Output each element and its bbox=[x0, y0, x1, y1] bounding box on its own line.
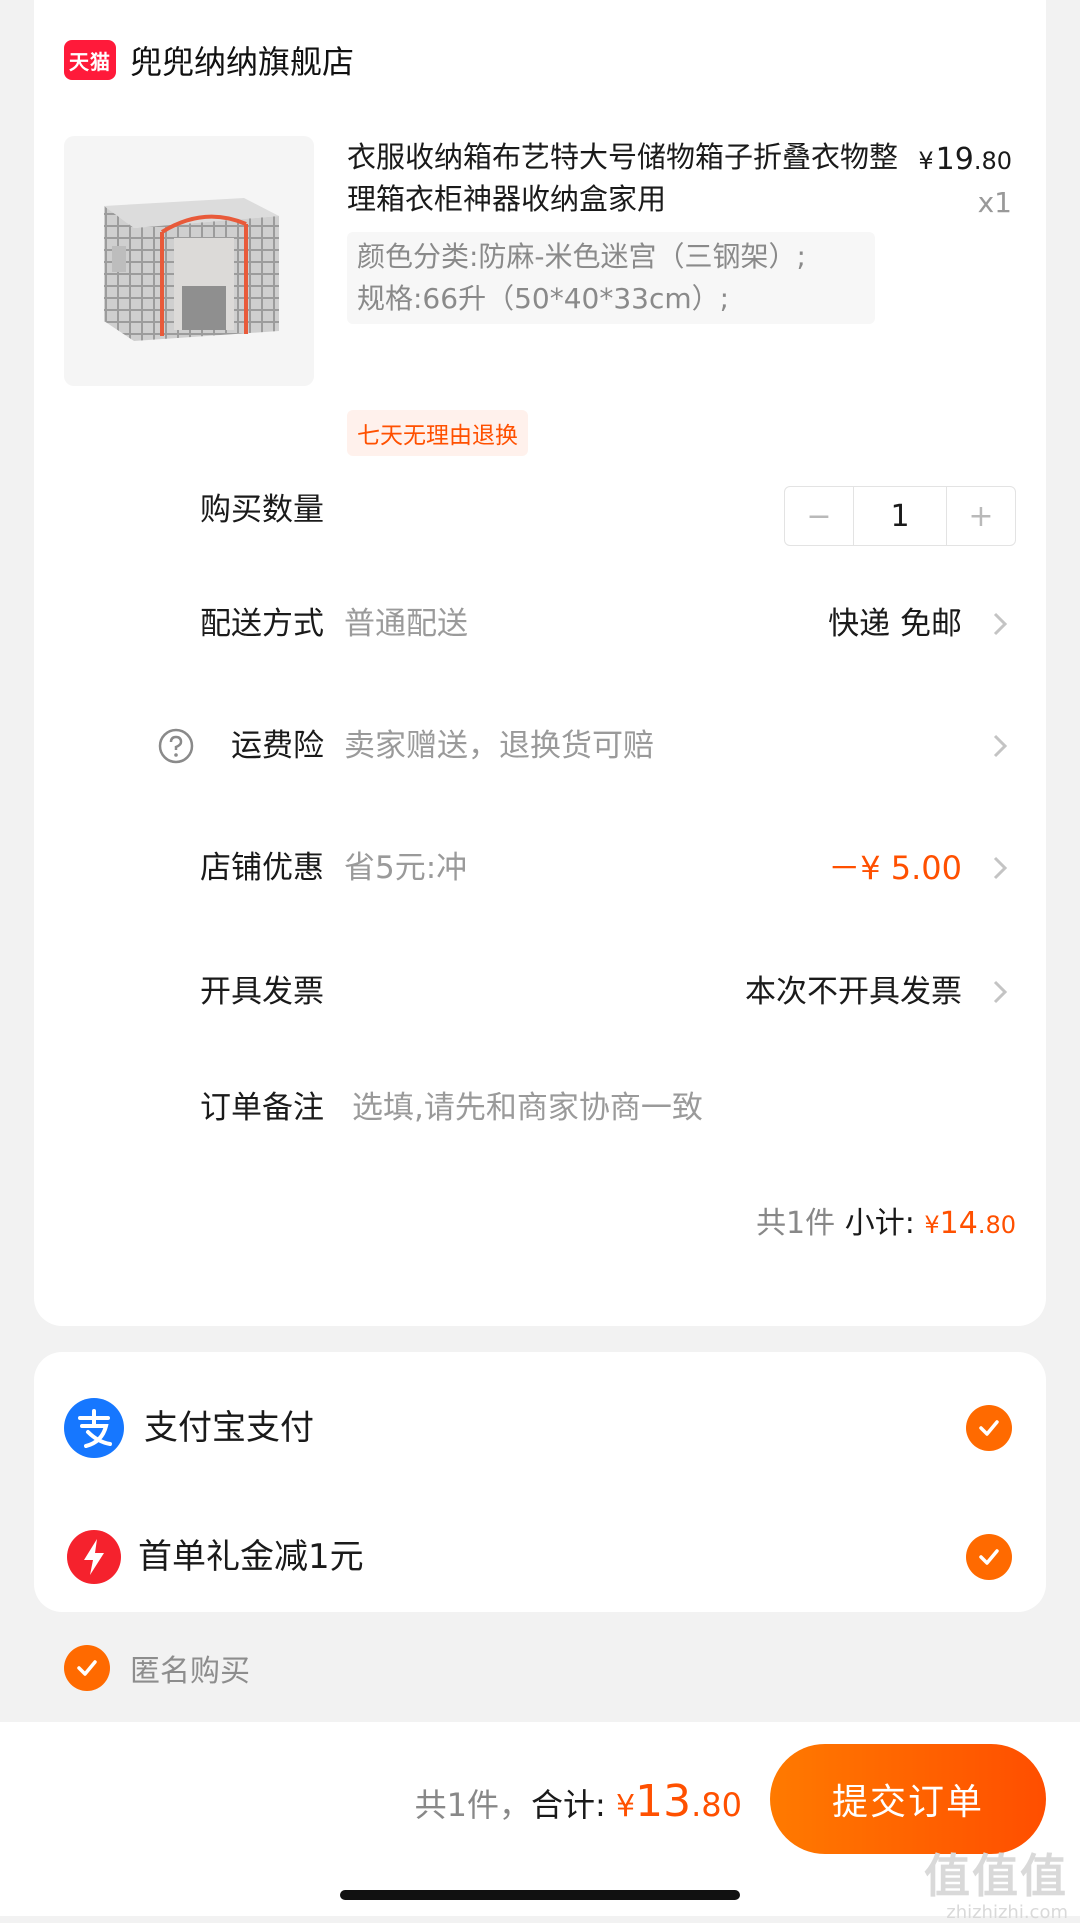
shop-header[interactable]: 天猫 兜兜纳纳旗舰店 bbox=[64, 32, 354, 88]
total-currency: ¥ bbox=[616, 1789, 636, 1824]
first-order-coupon-label: 首单礼金减1元 bbox=[138, 1537, 364, 1577]
subtotal-decimal: .80 bbox=[977, 1211, 1016, 1239]
order-note-row: 订单备注 选填,请先和商家协商一致 bbox=[34, 1068, 1046, 1148]
product-image[interactable] bbox=[64, 136, 314, 386]
quantity-label: 购买数量 bbox=[200, 492, 324, 528]
product-quantity: x1 bbox=[977, 186, 1012, 219]
delivery-method: 普通配送 bbox=[344, 606, 468, 642]
delivery-row[interactable]: 配送方式 普通配送 快递 免邮 bbox=[34, 584, 1046, 664]
checkmark-icon bbox=[979, 1549, 999, 1565]
price-currency: ¥ bbox=[918, 147, 934, 175]
subtotal-label: 小计: bbox=[844, 1206, 915, 1241]
alipay-option[interactable]: 支付宝支付 bbox=[34, 1383, 1046, 1473]
invoice-value: 本次不开具发票 bbox=[745, 974, 962, 1010]
lightning-icon bbox=[67, 1530, 121, 1584]
watermark-logo: 值值值 bbox=[924, 1849, 1068, 1903]
total-label: 合计: bbox=[531, 1786, 606, 1824]
home-indicator[interactable] bbox=[340, 1890, 740, 1900]
price-decimal: .80 bbox=[973, 147, 1012, 175]
quantity-value[interactable]: 1 bbox=[853, 487, 947, 545]
storage-box-image bbox=[104, 198, 279, 341]
shipping-insurance-row[interactable]: 运费险 卖家赠送，退换货可赔 bbox=[34, 706, 1046, 786]
chevron-right-icon bbox=[993, 856, 1008, 880]
subtotal-integer: 14 bbox=[939, 1206, 978, 1241]
shop-name: 兜兜纳纳旗舰店 bbox=[130, 43, 355, 81]
shipping-insurance-label: 运费险 bbox=[231, 728, 324, 764]
total-integer: 13 bbox=[635, 1776, 692, 1827]
checkmark-icon bbox=[979, 1420, 999, 1436]
delivery-option: 快递 免邮 bbox=[828, 606, 962, 642]
shop-discount-amount: －¥ 5.00 bbox=[828, 849, 962, 887]
product-title[interactable]: 衣服收纳箱布艺特大号储物箱子折叠衣物整理箱衣柜神器收纳盒家用 bbox=[347, 136, 907, 220]
checkout-bar: 共1件，合计: ¥13.80 提交订单 值值值 zhizhizhi.com bbox=[0, 1722, 1080, 1923]
checkmark-icon bbox=[77, 1660, 97, 1676]
shop-discount-label: 店铺优惠 bbox=[200, 850, 324, 886]
first-order-coupon-option[interactable]: 首单礼金减1元 bbox=[34, 1512, 1046, 1602]
subtotal-amount: ¥14.80 bbox=[924, 1206, 1016, 1241]
total-decimal: .80 bbox=[691, 1786, 742, 1824]
alipay-checked-icon[interactable] bbox=[966, 1405, 1012, 1451]
watermark-url: zhizhizhi.com bbox=[946, 1902, 1068, 1923]
sku-color: 颜色分类:防麻-米色迷宫（三钢架）; bbox=[357, 240, 806, 273]
order-card: 天猫 兜兜纳纳旗舰店 衣服收纳箱布艺特大号储物箱子折叠衣物整理箱衣柜神器收纳盒家… bbox=[34, 0, 1046, 1326]
subtotal-currency: ¥ bbox=[924, 1211, 940, 1239]
chevron-right-icon bbox=[993, 612, 1008, 636]
subtotal-count: 共1件 bbox=[756, 1206, 836, 1241]
product-price: ¥19.80 bbox=[918, 142, 1012, 177]
shipping-insurance-value: 卖家赠送，退换货可赔 bbox=[344, 728, 654, 764]
help-icon[interactable] bbox=[158, 728, 194, 764]
chevron-right-icon bbox=[993, 734, 1008, 758]
total-count: 共1件， bbox=[414, 1786, 532, 1824]
quantity-plus-button[interactable]: + bbox=[947, 487, 1015, 545]
quantity-stepper: − 1 + bbox=[784, 486, 1016, 546]
subtotal: 共1件 小计: ¥14.80 bbox=[756, 1198, 1016, 1242]
submit-order-button[interactable]: 提交订单 bbox=[770, 1744, 1046, 1854]
shop-discount-value: 省5元:冲 bbox=[344, 850, 468, 886]
tmall-logo: 天猫 bbox=[64, 40, 116, 80]
order-note-input[interactable]: 选填,请先和商家协商一致 bbox=[352, 1068, 703, 1148]
delivery-label: 配送方式 bbox=[200, 606, 324, 642]
return-policy-tag: 七天无理由退换 bbox=[347, 410, 528, 456]
coupon-checked-icon[interactable] bbox=[966, 1534, 1012, 1580]
anonymous-checked-icon[interactable] bbox=[64, 1645, 110, 1691]
sku-spec: 规格:66升（50*40*33cm）; bbox=[357, 282, 730, 315]
chevron-right-icon bbox=[993, 980, 1008, 1004]
invoice-label: 开具发票 bbox=[200, 974, 324, 1010]
quantity-minus-button[interactable]: − bbox=[785, 487, 853, 545]
alipay-label: 支付宝支付 bbox=[144, 1408, 314, 1448]
quantity-row: 购买数量 − 1 + bbox=[34, 470, 1046, 550]
anonymous-purchase-label: 匿名购买 bbox=[130, 1654, 250, 1689]
order-note-label: 订单备注 bbox=[200, 1090, 324, 1126]
price-integer: 19 bbox=[935, 142, 974, 177]
payment-card: 支付宝支付 首单礼金减1元 bbox=[34, 1352, 1046, 1612]
invoice-row[interactable]: 开具发票 本次不开具发票 bbox=[34, 952, 1046, 1032]
total-amount: ¥13.80 bbox=[616, 1776, 742, 1827]
order-total: 共1件，合计: ¥13.80 bbox=[415, 1762, 742, 1842]
sku-box[interactable]: 颜色分类:防麻-米色迷宫（三钢架）; 规格:66升（50*40*33cm）; bbox=[347, 232, 875, 324]
alipay-icon bbox=[64, 1398, 124, 1458]
anonymous-purchase-toggle[interactable]: 匿名购买 bbox=[64, 1644, 250, 1692]
shop-discount-row[interactable]: 店铺优惠 省5元:冲 －¥ 5.00 bbox=[34, 828, 1046, 908]
watermark: 值值值 zhizhizhi.com bbox=[924, 1840, 1068, 1923]
